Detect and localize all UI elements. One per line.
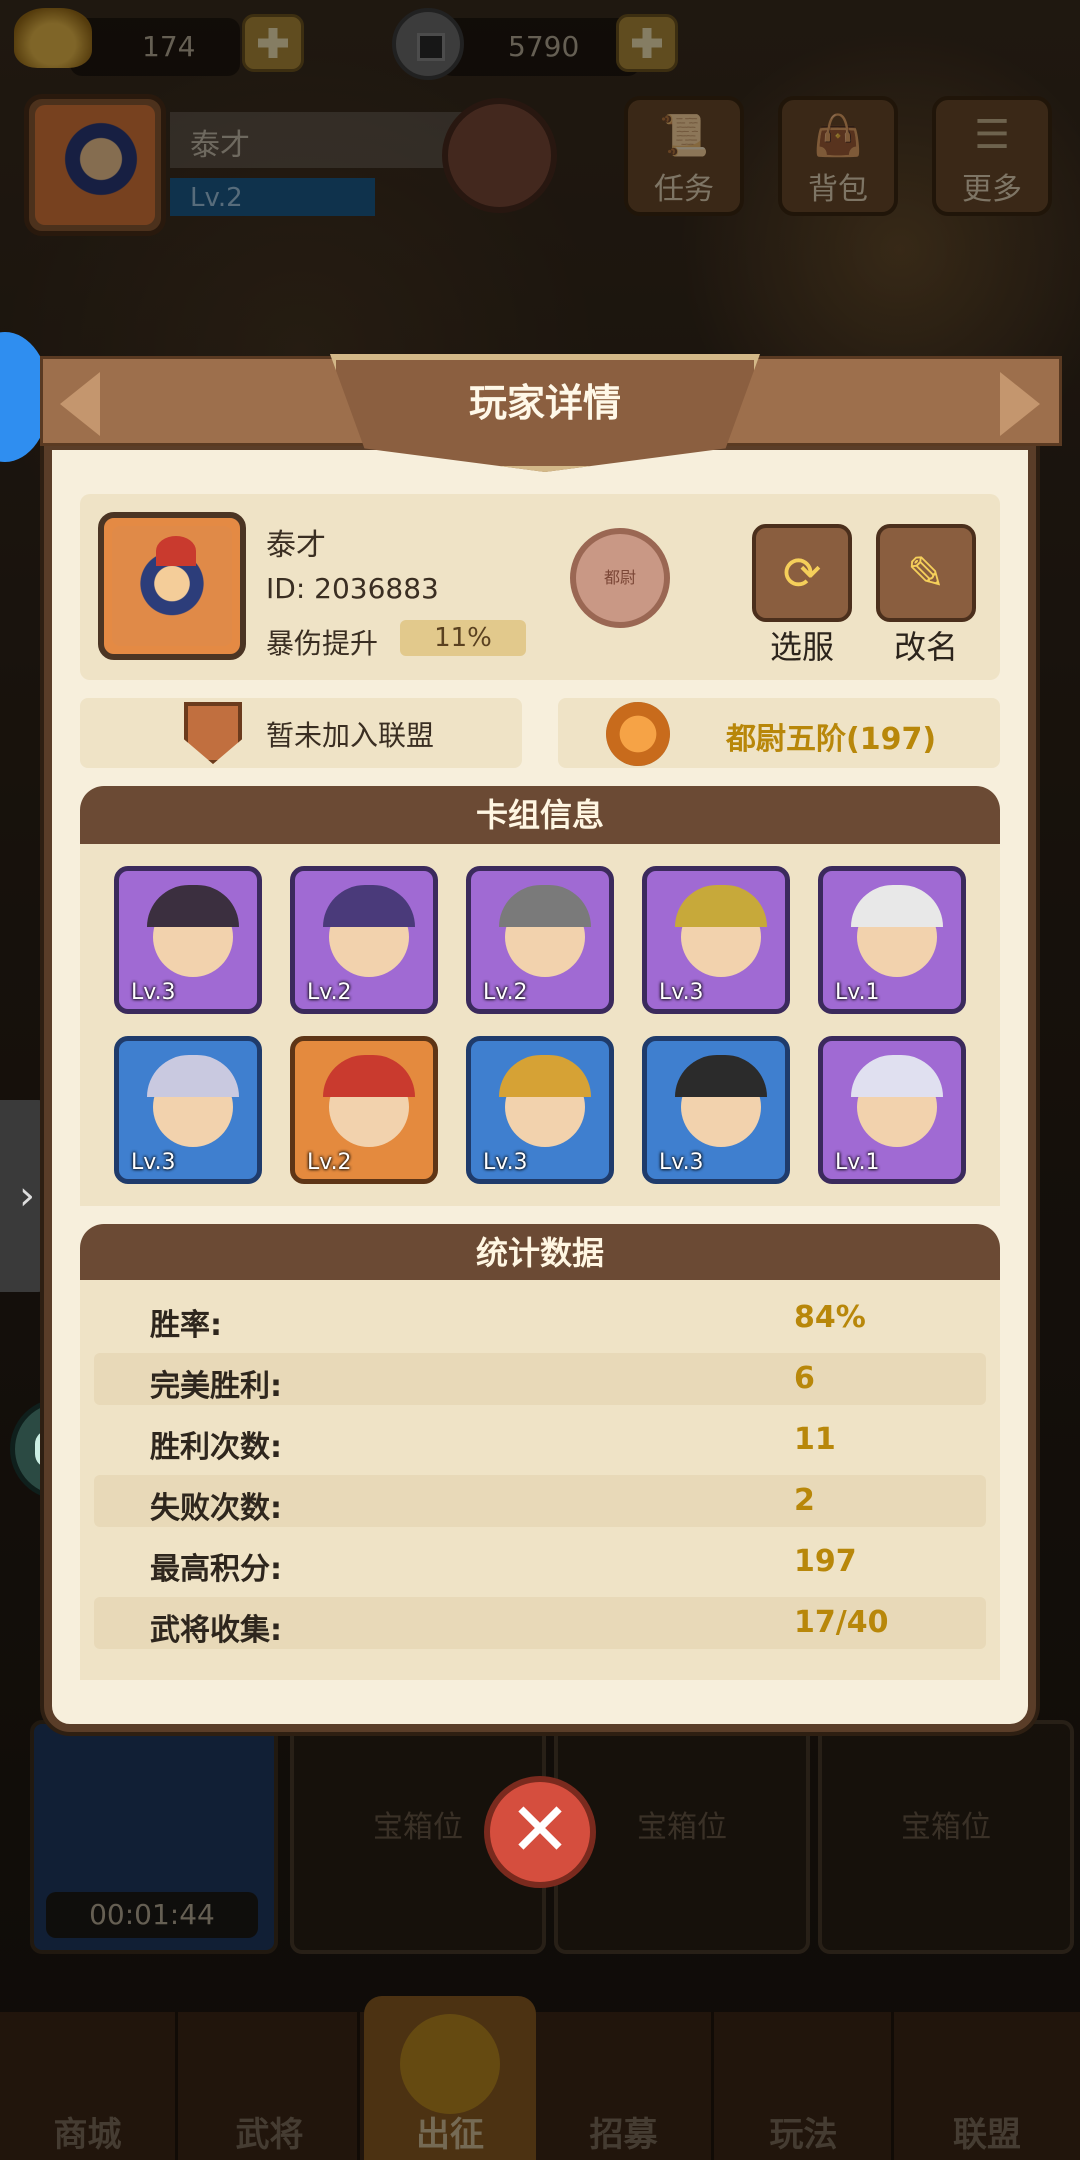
general-helmet <box>499 1055 591 1097</box>
general-helmet <box>851 885 943 927</box>
stat-label: 最高积分: <box>150 1552 282 1587</box>
close-icon: ✕ <box>508 1787 571 1873</box>
rank-medal-icon <box>606 702 670 766</box>
stat-value: 197 <box>794 1544 857 1579</box>
general-helmet <box>675 885 767 927</box>
close-button[interactable]: ✕ <box>484 1776 596 1888</box>
stats-section-title: 统计数据 <box>80 1224 1000 1282</box>
general-helmet <box>499 885 591 927</box>
player-avatar <box>98 512 246 660</box>
ribbon-left-arrow <box>60 372 100 436</box>
stat-value: 6 <box>794 1361 815 1396</box>
general-helmet <box>147 1055 239 1097</box>
stat-label: 失败次数: <box>150 1491 282 1526</box>
stat-label: 完美胜利: <box>150 1369 282 1404</box>
player-id: ID: 2036883 <box>266 572 439 605</box>
deck-card[interactable]: Lv.3 <box>466 1036 614 1184</box>
ribbon-right-arrow <box>1000 372 1040 436</box>
card-level: Lv.3 <box>659 1150 704 1175</box>
deck-card[interactable]: Lv.3 <box>642 1036 790 1184</box>
card-level: Lv.3 <box>131 1150 176 1175</box>
card-level: Lv.2 <box>483 980 528 1005</box>
deck-card[interactable]: Lv.2 <box>290 1036 438 1184</box>
general-helmet <box>851 1055 943 1097</box>
general-helmet <box>675 1055 767 1097</box>
rename-button[interactable]: ✎ <box>876 524 976 622</box>
deck-card[interactable]: Lv.3 <box>114 1036 262 1184</box>
deck-card[interactable]: Lv.1 <box>818 866 966 1014</box>
general-helmet <box>323 885 415 927</box>
card-level: Lv.2 <box>307 980 352 1005</box>
deck-card[interactable]: Lv.3 <box>114 866 262 1014</box>
rank-text: 都尉五阶(197) <box>726 722 937 757</box>
modal-title: 玩家详情 <box>468 381 621 425</box>
alliance-status: 暂未加入联盟 <box>266 719 435 752</box>
card-level: Lv.3 <box>131 980 176 1005</box>
crit-value-badge: 11% <box>400 620 526 656</box>
stat-row: 胜利次数: 11 <box>94 1414 986 1466</box>
deck-section-title: 卡组信息 <box>80 786 1000 844</box>
rank-seal-icon: 都尉 <box>570 528 670 628</box>
stat-label: 胜利次数: <box>150 1430 282 1465</box>
stat-row: 失败次数: 2 <box>94 1475 986 1527</box>
pencil-icon: ✎ <box>906 546 946 600</box>
stat-label: 武将收集: <box>150 1613 282 1648</box>
stat-row: 最高积分: 197 <box>94 1536 986 1588</box>
player-name: 泰才 <box>266 528 326 563</box>
card-level: Lv.2 <box>307 1150 352 1175</box>
deck-card[interactable]: Lv.3 <box>642 866 790 1014</box>
stat-value: 84% <box>794 1300 866 1335</box>
refresh-icon: ⟳ <box>782 546 822 600</box>
rename-label: 改名 <box>893 628 958 666</box>
switch-server-button[interactable]: ⟳ <box>752 524 852 622</box>
stat-row: 完美胜利: 6 <box>94 1353 986 1405</box>
card-level: Lv.1 <box>835 980 880 1005</box>
deck-card[interactable]: Lv.2 <box>290 866 438 1014</box>
crit-label: 暴伤提升 <box>266 627 379 660</box>
stat-value: 2 <box>794 1483 815 1518</box>
stat-label: 胜率: <box>150 1308 222 1343</box>
deck-card[interactable]: Lv.2 <box>466 866 614 1014</box>
general-helmet <box>147 885 239 927</box>
card-level: Lv.3 <box>483 1150 528 1175</box>
switch-server-label: 选服 <box>769 628 834 666</box>
stat-value: 11 <box>794 1422 836 1457</box>
stat-row: 胜率: 84% <box>94 1292 986 1344</box>
deck-card[interactable]: Lv.1 <box>818 1036 966 1184</box>
helmet-plume <box>156 536 196 566</box>
card-level: Lv.1 <box>835 1150 880 1175</box>
chevron-right-icon: › <box>19 1173 35 1219</box>
stat-value: 17/40 <box>794 1605 889 1640</box>
stat-row: 武将收集: 17/40 <box>94 1597 986 1649</box>
general-helmet <box>323 1055 415 1097</box>
card-level: Lv.3 <box>659 980 704 1005</box>
